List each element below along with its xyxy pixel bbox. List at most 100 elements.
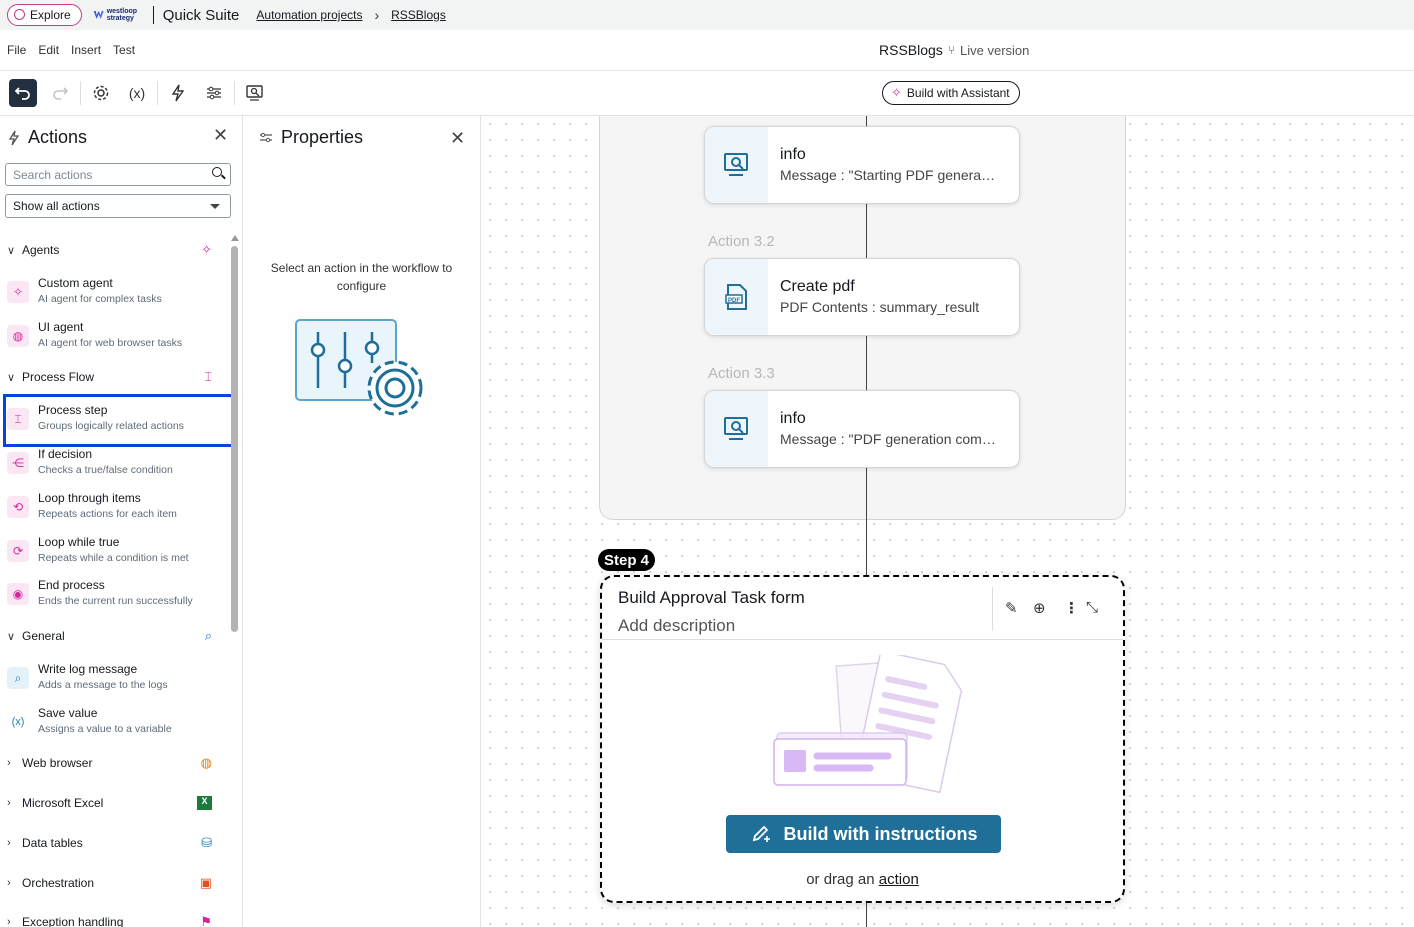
header-divider — [602, 639, 1123, 640]
group-orchestration[interactable]: › Orchestration ▣ — [0, 873, 230, 893]
project-title: RSSBlogs ⑂ Live version — [879, 42, 1029, 58]
chevron-right-icon: › — [7, 877, 11, 889]
menu-file[interactable]: File — [7, 43, 26, 57]
toolbar-divider — [80, 81, 81, 105]
explore-button[interactable]: Explore — [7, 4, 82, 26]
group-general[interactable]: ∨ General ⌕ — [0, 626, 230, 646]
sparkle-icon: ✧ — [201, 242, 212, 257]
sliders-icon — [260, 132, 272, 142]
action-desc: Groups logically related actions — [38, 420, 184, 432]
action-end-process[interactable]: ◉ End process Ends the current run succe… — [0, 574, 230, 614]
action-loop-through-items[interactable]: ⟲ Loop through items Repeats actions for… — [0, 487, 230, 527]
properties-toggle-button[interactable] — [200, 79, 228, 107]
svg-text:PDF: PDF — [728, 298, 740, 304]
caret-down-icon — [210, 204, 220, 209]
collapse-icon[interactable]: ⤡ — [1086, 599, 1098, 616]
actions-panel-header: Actions — [8, 127, 87, 148]
breadcrumb-rssblogs[interactable]: RSSBlogs — [391, 8, 446, 22]
database-icon: ⛁ — [201, 835, 212, 850]
build-with-instructions-button[interactable]: Build with instructions — [726, 815, 1001, 853]
group-web-browser[interactable]: › Web browser ◍ — [0, 753, 230, 773]
logo-text: westloop strategy — [106, 8, 138, 22]
action-if-decision[interactable]: ⋲ If decision Checks a true/false condit… — [0, 443, 230, 483]
action-card-info-start[interactable]: info Message : "Starting PDF genera… — [704, 126, 1020, 204]
action-loop-while-true[interactable]: ⟳ Loop while true Repeats while a condit… — [0, 531, 230, 571]
flag-icon: ⚑ — [200, 914, 212, 927]
sparkle-icon: ✧ — [891, 85, 902, 100]
action-desc: Ends the current run successfully — [38, 595, 193, 607]
card-icon-area: PDF — [705, 259, 768, 335]
build-button-label: Build with instructions — [783, 823, 978, 844]
actions-panel: Actions ✕ Search actions Show all action… — [0, 116, 243, 927]
edit-ai-icon[interactable]: ✎ — [1005, 599, 1018, 617]
search-icon — [212, 167, 222, 177]
branch-icon: ⋲ — [7, 452, 29, 474]
menu-edit[interactable]: Edit — [38, 43, 59, 57]
action-process-step[interactable]: ⌶ Process step Groups logically related … — [0, 399, 230, 439]
close-properties-panel-icon[interactable]: ✕ — [450, 128, 465, 149]
logo-mark-icon — [93, 11, 104, 19]
undo-button[interactable] — [9, 79, 37, 107]
properties-panel-header: Properties — [259, 127, 363, 148]
search-actions-input[interactable]: Search actions — [5, 163, 231, 186]
action-title: Write log message — [38, 662, 138, 676]
build-with-assistant-button[interactable]: ✧ Build with Assistant — [882, 81, 1020, 105]
group-label: Exception handling — [22, 915, 124, 927]
group-process-flow[interactable]: ∨ Process Flow ⌶ — [0, 367, 230, 387]
chevron-right-icon: › — [7, 916, 11, 927]
group-agents[interactable]: ∨ Agents ✧ — [0, 240, 230, 260]
explore-icon — [14, 9, 25, 20]
monitor-search-icon — [723, 417, 748, 440]
assistant-label: Build with Assistant — [906, 86, 1010, 100]
step-title[interactable]: Build Approval Task form — [618, 588, 805, 608]
variable-icon: (x) — [128, 85, 146, 101]
log-viewer-button[interactable] — [241, 79, 269, 107]
toolbar-divider — [157, 81, 158, 105]
step-description[interactable]: Add description — [618, 616, 735, 636]
action-save-value[interactable]: (x) Save value Assigns a value to a vari… — [0, 702, 230, 742]
toolbar: (x) ✧ Build with Assistant — [0, 71, 1414, 116]
triggers-button[interactable] — [164, 79, 192, 107]
action-custom-agent[interactable]: ✧ Custom agent AI agent for complex task… — [0, 272, 230, 312]
group-data-tables[interactable]: › Data tables ⛁ — [0, 833, 230, 853]
redo-icon — [53, 87, 68, 100]
close-actions-panel-icon[interactable]: ✕ — [213, 125, 228, 146]
breadcrumb-automation-projects[interactable]: Automation projects — [256, 8, 362, 22]
action-write-log-message[interactable]: ⌕ Write log message Adds a message to th… — [0, 658, 230, 698]
scroll-up-arrow[interactable] — [231, 235, 239, 241]
menu-insert[interactable]: Insert — [71, 43, 101, 57]
globe-sparkle-icon: ◍ — [7, 325, 29, 347]
action-ui-agent[interactable]: ◍ UI agent AI agent for web browser task… — [0, 316, 230, 356]
monitor-search-icon: ⌕ — [7, 667, 29, 689]
action-card-create-pdf[interactable]: PDF Create pdf PDF Contents : summary_re… — [704, 258, 1020, 336]
card-subtitle: PDF Contents : summary_result — [780, 299, 980, 315]
actions-scrollbar[interactable] — [231, 246, 238, 632]
stop-circle-icon: ◉ — [7, 583, 29, 605]
action-desc: Repeats while a condition is met — [38, 552, 189, 564]
actions-filter-select[interactable]: Show all actions — [5, 194, 231, 218]
toolbar-divider — [234, 81, 235, 105]
pdf-file-icon: PDF — [724, 284, 747, 310]
workflow-canvas[interactable]: info Message : "Starting PDF genera… Act… — [482, 116, 1414, 927]
action-card-info-complete[interactable]: info Message : "PDF generation com… — [704, 390, 1020, 468]
redo-button[interactable] — [46, 79, 74, 107]
step-4-container[interactable]: Build Approval Task form Add description… — [600, 575, 1125, 903]
action-desc: AI agent for web browser tasks — [38, 337, 183, 349]
more-options-icon[interactable]: ⋮ — [1064, 599, 1079, 617]
settings-button[interactable] — [87, 79, 115, 107]
menu-test[interactable]: Test — [113, 43, 135, 57]
group-label: Agents — [22, 243, 60, 257]
group-microsoft-excel[interactable]: › Microsoft Excel X — [0, 793, 230, 813]
process-step-icon: ⌶ — [204, 369, 212, 384]
variables-button[interactable]: (x) — [123, 79, 151, 107]
action-label: Action 3.3 — [708, 365, 775, 382]
move-icon[interactable]: ⊕ — [1033, 599, 1046, 617]
action-link[interactable]: action — [879, 871, 919, 888]
globe-icon: ◍ — [200, 755, 212, 770]
chevron-right-icon: › — [7, 797, 11, 809]
drag-hint: or drag an action — [602, 871, 1123, 888]
group-exception-handling[interactable]: › Exception handling ⚑ — [0, 912, 230, 927]
lightning-icon — [8, 130, 20, 145]
card-icon-area — [705, 391, 768, 467]
version-label[interactable]: Live version — [960, 43, 1029, 58]
